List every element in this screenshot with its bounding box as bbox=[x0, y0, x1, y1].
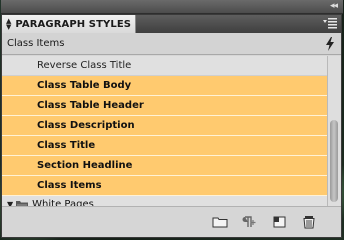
clear-overrides-icon[interactable] bbox=[242, 215, 258, 229]
new-group-icon[interactable] bbox=[212, 215, 228, 229]
delete-icon[interactable] bbox=[301, 215, 317, 229]
double-chevron-icon[interactable]: ◂◂ bbox=[330, 0, 338, 13]
style-label: Class Description bbox=[37, 120, 135, 131]
new-style-icon[interactable] bbox=[272, 215, 288, 229]
panel-dock-bar[interactable]: ◂◂ bbox=[1, 0, 343, 14]
tab-paragraph-styles[interactable]: ▲ ▼ PARAGRAPH STYLES bbox=[2, 15, 136, 33]
style-label: Class Table Header bbox=[37, 100, 144, 111]
style-label: Reverse Class Title bbox=[37, 60, 132, 71]
style-label: Section Headline bbox=[37, 160, 133, 171]
styles-list: Reverse Class Title Class Table Body Cla… bbox=[2, 56, 328, 207]
style-label: Class Table Body bbox=[37, 80, 132, 91]
scrollbar[interactable] bbox=[327, 56, 341, 207]
list-item[interactable]: Class Table Header bbox=[2, 96, 328, 116]
style-label: Class Title bbox=[37, 140, 96, 151]
scroll-thumb[interactable] bbox=[330, 120, 338, 202]
paragraph-styles-panel: ▲ ▼ PARAGRAPH STYLES Class Items Reverse … bbox=[1, 14, 342, 238]
expand-collapse-icon[interactable]: ▲ ▼ bbox=[6, 18, 11, 31]
list-item[interactable]: Class Table Body bbox=[2, 76, 328, 96]
current-style-label: Class Items bbox=[7, 38, 65, 49]
lightning-icon[interactable] bbox=[325, 37, 335, 51]
list-item[interactable]: Reverse Class Title bbox=[2, 56, 328, 76]
panel-menu-icon[interactable] bbox=[323, 17, 337, 29]
panel-footer bbox=[2, 206, 341, 237]
tab-label: PARAGRAPH STYLES bbox=[15, 18, 132, 30]
style-label: Class Items bbox=[37, 180, 102, 191]
desktop-background: ◂◂ ▲ ▼ PARAGRAPH STYLES Class Items Reve… bbox=[0, 0, 344, 240]
list-item[interactable]: Class Title bbox=[2, 136, 328, 156]
tab-bar: ▲ ▼ PARAGRAPH STYLES bbox=[2, 15, 341, 33]
list-item[interactable]: Class Description bbox=[2, 116, 328, 136]
list-item[interactable]: Class Items bbox=[2, 176, 328, 196]
current-style-header: Class Items bbox=[2, 33, 341, 55]
list-item[interactable]: Section Headline bbox=[2, 156, 328, 176]
